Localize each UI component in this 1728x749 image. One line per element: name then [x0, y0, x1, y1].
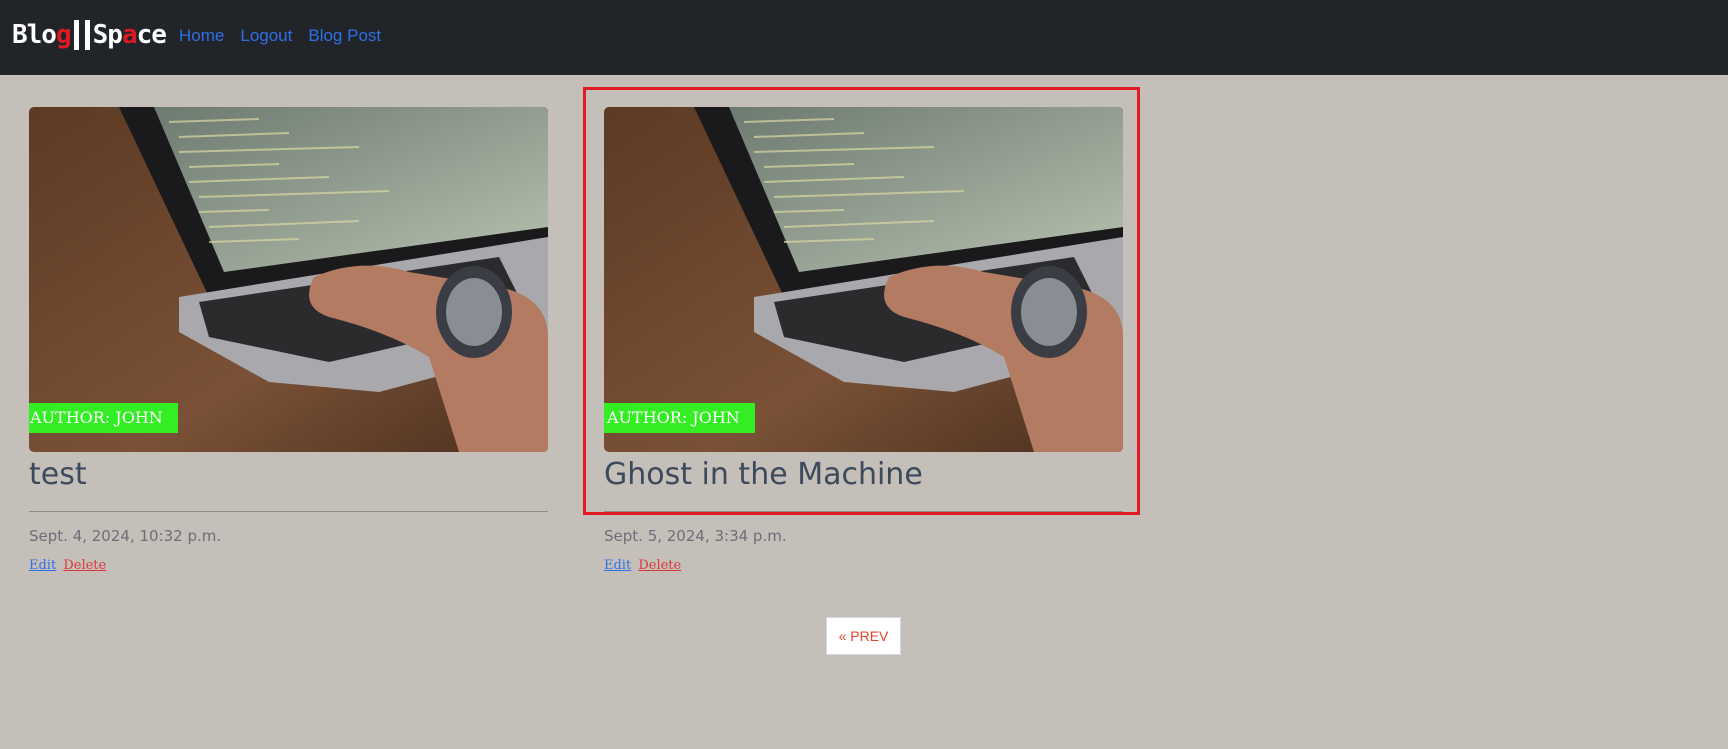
author-badge: AUTHOR: JOHN: [604, 403, 755, 433]
brand-text-1: Blo: [12, 20, 57, 50]
post-card: AUTHOR: JOHN test Sept. 4, 2024, 10:32 p…: [29, 107, 548, 573]
navbar: Blo g Sp a ce Home Logout Blog Post: [0, 0, 1728, 75]
brand-text-red-1: g: [55, 20, 72, 50]
edit-link[interactable]: Edit: [604, 558, 631, 573]
post-title[interactable]: Ghost in the Machine: [604, 455, 1123, 495]
brand-logo[interactable]: Blo g Sp a ce: [12, 18, 167, 52]
divider: [29, 511, 548, 512]
prev-page-button[interactable]: « PREV: [826, 617, 901, 655]
nav-logout-link[interactable]: Logout: [240, 26, 292, 46]
laptop-photo: [604, 107, 1123, 452]
laptop-photo: [29, 107, 548, 452]
post-date: Sept. 4, 2024, 10:32 p.m.: [29, 527, 222, 545]
post-image[interactable]: AUTHOR: JOHN: [29, 107, 548, 452]
divider: [604, 511, 1123, 512]
brand-divider: [73, 20, 79, 50]
post-actions: Edit Delete: [604, 558, 1123, 573]
delete-link[interactable]: Delete: [63, 558, 106, 573]
nav-links: Home Logout Blog Post: [179, 26, 381, 46]
brand-text-red-2: a: [121, 20, 138, 50]
edit-link[interactable]: Edit: [29, 558, 56, 573]
post-title[interactable]: test: [29, 455, 548, 495]
post-date: Sept. 5, 2024, 3:34 p.m.: [604, 527, 787, 545]
post-card: AUTHOR: JOHN Ghost in the Machine Sept. …: [604, 107, 1123, 573]
brand-divider: [84, 20, 90, 50]
delete-link[interactable]: Delete: [638, 558, 681, 573]
nav-blog-post-link[interactable]: Blog Post: [308, 26, 381, 46]
post-image[interactable]: AUTHOR: JOHN: [604, 107, 1123, 452]
author-badge: AUTHOR: JOHN: [29, 403, 178, 433]
nav-home-link[interactable]: Home: [179, 26, 224, 46]
post-actions: Edit Delete: [29, 558, 548, 573]
brand-text-2: Sp: [92, 20, 123, 50]
brand-text-3: ce: [136, 20, 167, 50]
